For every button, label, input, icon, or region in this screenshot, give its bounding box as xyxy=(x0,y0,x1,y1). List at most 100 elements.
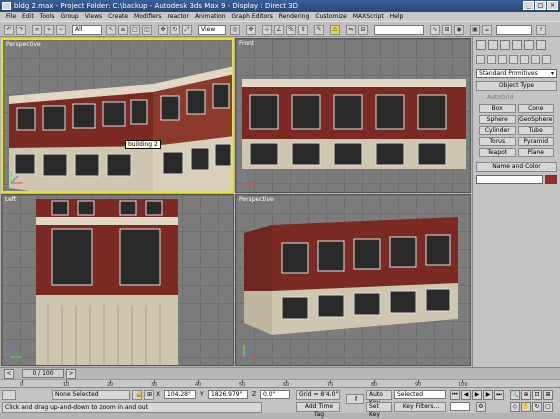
menu-reactor[interactable]: reactor xyxy=(164,12,192,21)
selection-region-icon[interactable]: □ xyxy=(130,25,140,35)
spacewarps-icon[interactable] xyxy=(531,55,540,64)
menu-help[interactable]: Help xyxy=(387,12,407,21)
viewport-left[interactable]: Left xyxy=(1,194,234,366)
teapot-button[interactable]: Teapot xyxy=(479,148,516,157)
mirror-icon[interactable]: ⇋ xyxy=(346,25,356,35)
zoom-extents-all-icon[interactable]: ⊞ xyxy=(543,390,553,400)
key-filters-button[interactable]: Key Filters... xyxy=(394,402,446,412)
time-slider[interactable]: 0 / 100 xyxy=(22,369,64,378)
object-type-rollout[interactable]: Object Type xyxy=(476,81,557,91)
autogrid-checkbox[interactable]: AutoGrid xyxy=(487,94,546,101)
cone-button[interactable]: Cone xyxy=(517,104,554,113)
select-rotate-icon[interactable]: ↻ xyxy=(170,25,180,35)
select-manipulate-icon[interactable]: ✜ xyxy=(246,25,256,35)
motion-tab-icon[interactable] xyxy=(512,40,522,50)
set-key-button[interactable]: Set Key xyxy=(366,402,392,418)
align-icon[interactable]: ⊟ xyxy=(358,25,368,35)
plane-button[interactable]: Plane xyxy=(517,148,554,157)
zoom-all-icon[interactable]: ⊕ xyxy=(521,390,531,400)
cylinder-button[interactable]: Cylinder xyxy=(479,126,516,135)
pivot-center-icon[interactable]: ◎ xyxy=(230,25,240,35)
curve-editor-icon[interactable]: ∿ xyxy=(430,25,440,35)
menu-file[interactable]: File xyxy=(3,12,19,21)
maximize-button[interactable]: □ xyxy=(535,1,546,10)
primitive-category-dropdown[interactable]: Standard Primitives xyxy=(476,69,557,78)
object-name-field[interactable] xyxy=(476,175,543,184)
field-of-view-icon[interactable]: ◇ xyxy=(510,402,520,412)
key-mode-dropdown[interactable]: Selected xyxy=(394,390,446,399)
cameras-icon[interactable] xyxy=(509,55,518,64)
geosphere-button[interactable]: GeoSphere xyxy=(517,115,554,124)
zoom-icon[interactable]: 🔍 xyxy=(510,390,520,400)
bind-spacewarp-icon[interactable]: ~ xyxy=(56,25,66,35)
close-button[interactable]: × xyxy=(547,1,558,10)
material-editor-icon[interactable]: ◉ xyxy=(454,25,464,35)
snap-toggle-icon[interactable]: ⊹ xyxy=(262,25,272,35)
create-tab-icon[interactable] xyxy=(476,40,486,50)
unlink-icon[interactable]: ≁ xyxy=(44,25,54,35)
undo-icon[interactable]: ↶ xyxy=(4,25,14,35)
menu-rendering[interactable]: Rendering xyxy=(276,12,313,21)
select-move-icon[interactable]: ✥ xyxy=(158,25,168,35)
key-icon[interactable]: ⚷ xyxy=(346,394,364,404)
arc-rotate-icon[interactable]: ↻ xyxy=(532,402,542,412)
percent-snap-icon[interactable]: % xyxy=(286,25,296,35)
building-model[interactable] xyxy=(3,40,234,193)
select-scale-icon[interactable]: ⤢ xyxy=(182,25,192,35)
geometry-icon[interactable] xyxy=(476,55,485,64)
display-tab-icon[interactable] xyxy=(524,40,534,50)
time-next-icon[interactable]: > xyxy=(66,369,76,379)
x-coordinate-field[interactable]: 104.28" xyxy=(164,390,196,399)
absolute-mode-icon[interactable]: ⊞ xyxy=(144,390,154,400)
edit-named-selection-icon[interactable]: ⚠ xyxy=(330,25,340,35)
quick-render-icon[interactable]: ☕ xyxy=(482,25,492,35)
link-icon[interactable]: ∞ xyxy=(32,25,42,35)
play-icon[interactable]: ▶ xyxy=(472,390,482,400)
menu-tools[interactable]: Tools xyxy=(37,12,58,21)
pan-icon[interactable]: ✋ xyxy=(521,402,531,412)
select-object-icon[interactable]: ↖ xyxy=(106,25,116,35)
lights-icon[interactable] xyxy=(498,55,507,64)
named-selection-sets-dropdown[interactable] xyxy=(374,25,424,35)
menu-modifiers[interactable]: Modifiers xyxy=(131,12,164,21)
menu-edit[interactable]: Edit xyxy=(19,12,37,21)
selection-filter-dropdown[interactable]: All xyxy=(72,25,102,35)
reference-coordinate-dropdown[interactable]: View xyxy=(198,25,226,35)
viewport-front[interactable]: Front xyxy=(235,38,471,193)
y-coordinate-field[interactable]: 1826.979" xyxy=(208,390,248,399)
render-type-dropdown[interactable] xyxy=(496,25,532,35)
spinner-snap-icon[interactable]: ⇕ xyxy=(298,25,308,35)
menu-animation[interactable]: Animation xyxy=(192,12,229,21)
add-time-tag-button[interactable]: Add Time Tag xyxy=(296,402,340,418)
menu-graph-editors[interactable]: Graph Editors xyxy=(229,12,276,21)
time-config-icon[interactable]: ⚙ xyxy=(476,402,486,412)
time-prev-icon[interactable]: < xyxy=(4,369,14,379)
building-model[interactable] xyxy=(2,195,234,366)
menu-create[interactable]: Create xyxy=(105,12,131,21)
current-frame-field[interactable] xyxy=(450,402,470,411)
name-and-color-rollout[interactable]: Name and Color xyxy=(476,162,557,172)
viewport-perspective-bottom[interactable]: Perspective xyxy=(235,194,471,366)
render-last-icon[interactable]: ⚡ xyxy=(536,25,546,35)
object-color-swatch[interactable] xyxy=(545,175,557,184)
minimize-button[interactable]: _ xyxy=(523,1,534,10)
window-crossing-icon[interactable]: ◫ xyxy=(142,25,152,35)
sphere-button[interactable]: Sphere xyxy=(479,115,516,124)
menu-maxscript[interactable]: MAXScript xyxy=(350,12,387,21)
z-coordinate-field[interactable]: 0.0" xyxy=(260,390,290,399)
viewport-perspective-top[interactable]: Perspective building 2 xyxy=(1,38,234,193)
schematic-view-icon[interactable]: ⊞ xyxy=(442,25,452,35)
next-frame-icon[interactable]: ▶ xyxy=(483,390,493,400)
systems-icon[interactable] xyxy=(542,55,551,64)
zoom-extents-icon[interactable]: ⊡ xyxy=(532,390,542,400)
pyramid-button[interactable]: Pyramid xyxy=(517,137,554,146)
menu-group[interactable]: Group xyxy=(57,12,81,21)
menu-customize[interactable]: Customize xyxy=(312,12,350,21)
tube-button[interactable]: Tube xyxy=(517,126,554,135)
goto-end-icon[interactable]: ⏭ xyxy=(494,390,504,400)
utilities-tab-icon[interactable] xyxy=(536,40,546,50)
helpers-icon[interactable] xyxy=(520,55,529,64)
goto-start-icon[interactable]: ⏮ xyxy=(450,390,460,400)
maxscript-listener-icon[interactable] xyxy=(2,390,16,400)
building-model[interactable] xyxy=(236,39,471,193)
